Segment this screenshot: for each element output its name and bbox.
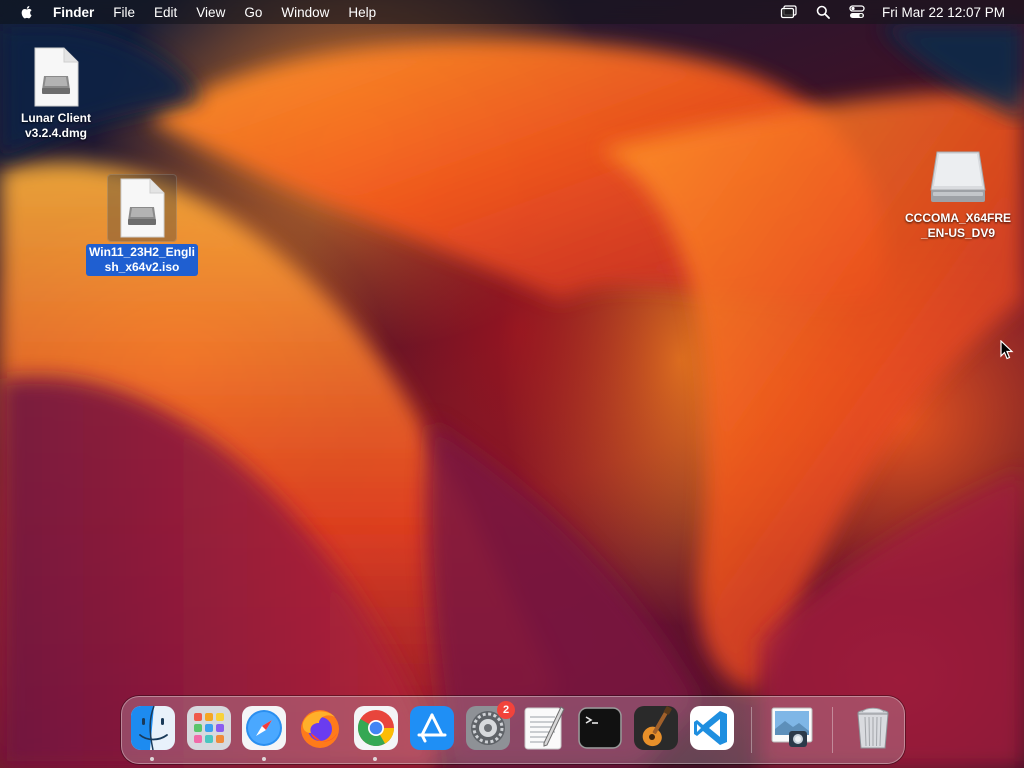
search-icon[interactable] [814, 3, 832, 21]
dock: 2 [121, 696, 905, 764]
menu-bar: Finder File Edit View Go Window Help Fri… [0, 0, 1024, 24]
mouse-pointer-icon [1000, 340, 1014, 360]
app-store-icon [410, 706, 454, 750]
menu-window[interactable]: Window [281, 5, 329, 20]
dock-item-firefox[interactable] [297, 705, 343, 751]
dock-item-finder[interactable] [130, 705, 176, 751]
label-line-1: Win11_23H2_Engli [89, 245, 195, 259]
desktop[interactable]: Finder File Edit View Go Window Help Fri… [0, 0, 1024, 768]
menu-help[interactable]: Help [348, 5, 376, 20]
dock-item-textedit[interactable] [521, 705, 567, 751]
label-line-2: sh_x64v2.iso [104, 260, 180, 274]
dock-item-trash[interactable] [850, 705, 896, 751]
control-center-icon[interactable] [848, 3, 866, 21]
disk-image-file-icon [107, 174, 177, 242]
label-line-1: CCCOMA_X64FRE [904, 211, 1012, 225]
dock-item-app-store[interactable] [409, 705, 455, 751]
disk-image-file-icon [23, 44, 89, 110]
label-line-1: Lunar Client [20, 111, 91, 125]
dock-separator [751, 707, 752, 753]
terminal-icon [578, 707, 622, 749]
dock-item-chrome[interactable] [353, 705, 399, 751]
notification-badge: 2 [497, 701, 515, 719]
desktop-item-label: CCCOMA_X64FRE _EN-US_DV9 [902, 210, 1014, 242]
desktop-item-label: Win11_23H2_Engli sh_x64v2.iso [86, 244, 198, 276]
menu-view[interactable]: View [196, 5, 225, 20]
mounted-volume-icon [925, 144, 991, 210]
vscode-icon [690, 706, 734, 750]
dock-item-garageband[interactable] [633, 705, 679, 751]
textedit-icon [524, 706, 565, 750]
menu-edit[interactable]: Edit [154, 5, 177, 20]
trash-icon [857, 707, 889, 749]
running-indicator [150, 757, 154, 761]
chrome-icon [354, 706, 398, 750]
dock-item-terminal[interactable] [577, 705, 623, 751]
label-line-2: _EN-US_DV9 [920, 226, 996, 240]
desktop-item-lunar-client[interactable]: Lunar Client v3.2.4.dmg [8, 44, 104, 142]
firefox-icon [301, 710, 339, 748]
dock-item-safari[interactable] [241, 705, 287, 751]
wallpaper [0, 24, 1024, 768]
dock-item-preview[interactable] [769, 705, 815, 751]
desktop-item-label: Lunar Client v3.2.4.dmg [18, 110, 94, 142]
apple-menu-icon[interactable] [19, 4, 35, 20]
dock-item-vscode[interactable] [689, 705, 735, 751]
menu-extras: Fri Mar 22 12:07 PM [780, 0, 1024, 24]
safari-icon [242, 706, 286, 750]
menu-file[interactable]: File [113, 5, 135, 20]
menu-clock[interactable]: Fri Mar 22 12:07 PM [882, 5, 1005, 20]
dock-item-system-settings[interactable]: 2 [465, 701, 515, 751]
preview-icon [771, 707, 813, 747]
menu-go[interactable]: Go [244, 5, 262, 20]
dock-separator [832, 707, 833, 753]
finder-icon [131, 705, 175, 751]
garageband-icon [634, 706, 678, 750]
screen-mirroring-icon[interactable] [780, 3, 798, 21]
label-line-2: v3.2.4.dmg [24, 126, 87, 140]
launchpad-icon [187, 706, 231, 750]
running-indicator [373, 757, 377, 761]
running-indicator [262, 757, 266, 761]
desktop-item-win11-iso[interactable]: Win11_23H2_Engli sh_x64v2.iso [80, 174, 204, 276]
dock-item-launchpad[interactable] [186, 705, 232, 751]
menu-app-name[interactable]: Finder [53, 5, 94, 20]
desktop-item-cccoma-volume[interactable]: CCCOMA_X64FRE _EN-US_DV9 [896, 144, 1020, 242]
